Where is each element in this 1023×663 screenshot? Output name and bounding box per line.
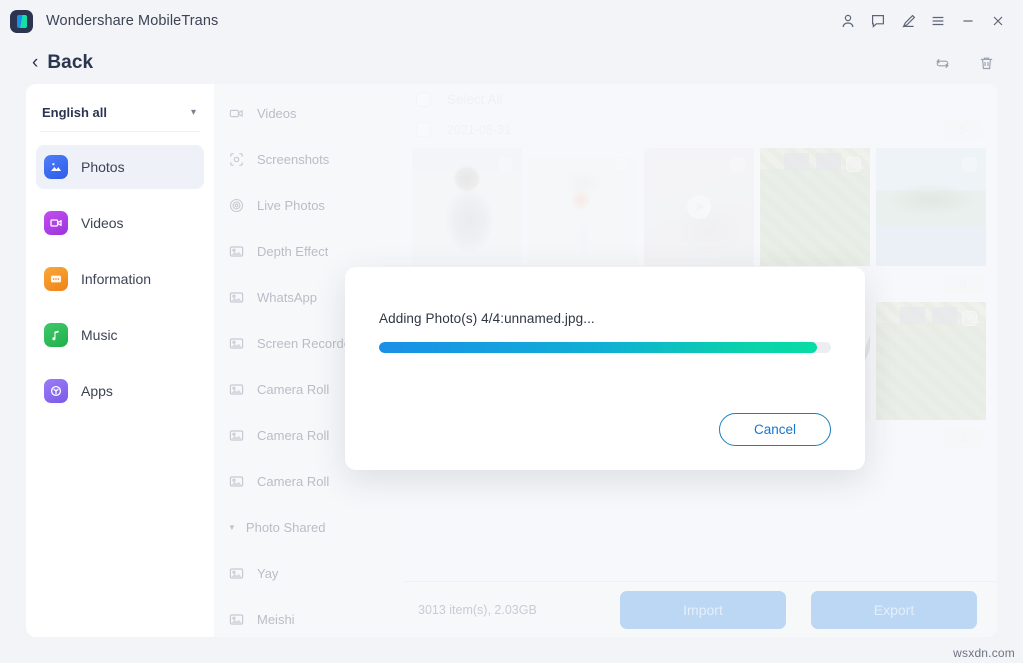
app-window: Wondershare MobileTrans ‹ Back English a… xyxy=(0,0,1023,663)
progress-message: Adding Photo(s) 4/4:unnamed.jpg... xyxy=(379,311,595,326)
modal-overlay: Adding Photo(s) 4/4:unnamed.jpg... Cance… xyxy=(0,0,1023,663)
progress-dialog: Adding Photo(s) 4/4:unnamed.jpg... Cance… xyxy=(345,267,865,470)
progress-bar-fill xyxy=(379,342,818,353)
progress-bar xyxy=(379,342,831,353)
dialog-actions: Cancel xyxy=(379,413,831,446)
cancel-button[interactable]: Cancel xyxy=(719,413,831,446)
watermark: wsxdn.com xyxy=(953,646,1015,660)
